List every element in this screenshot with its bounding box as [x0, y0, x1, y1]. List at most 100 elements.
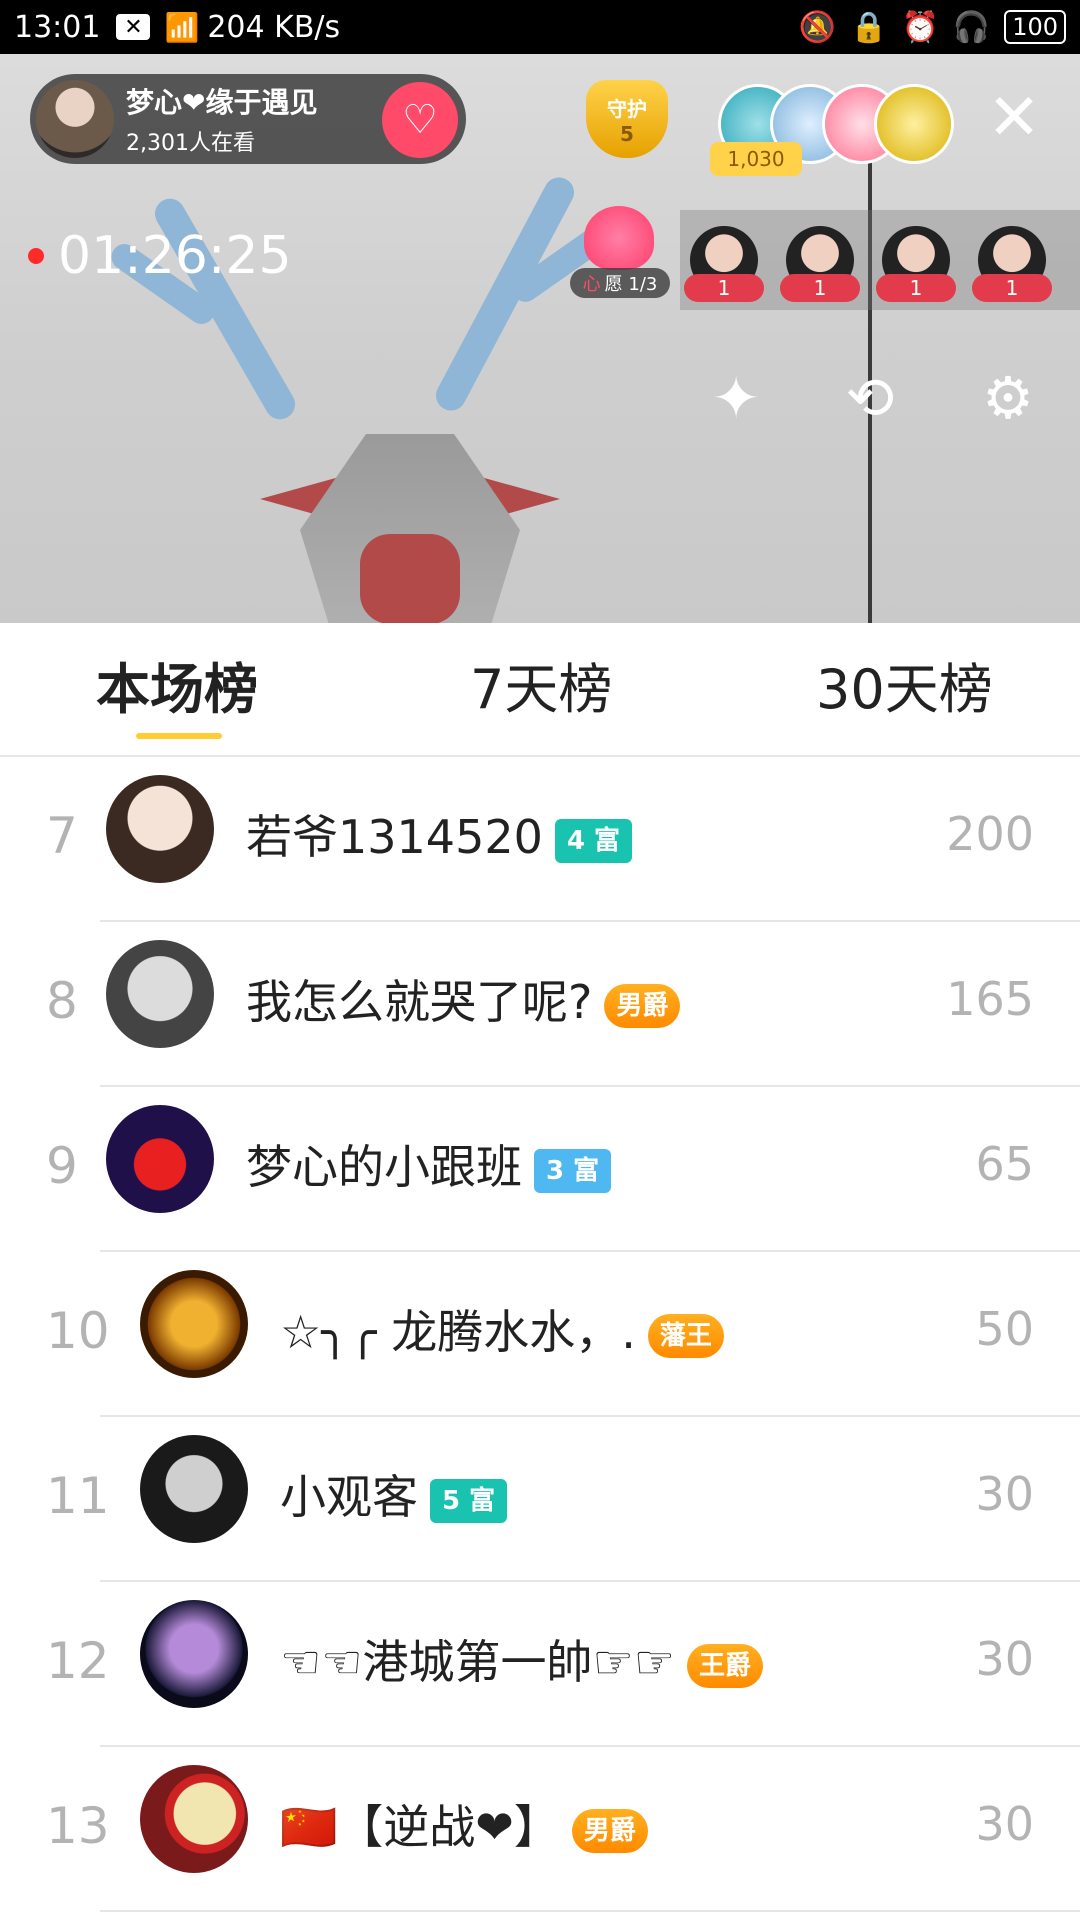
camera-switch-icon: ⟲ — [845, 364, 895, 432]
gift-count-badge: 1 — [684, 274, 764, 302]
user-name: 若爷1314520 — [246, 810, 543, 864]
user-name: ☜☜港城第一帥☞☞ — [280, 1635, 675, 1689]
user-info: 我怎么就哭了呢? 男爵 — [246, 966, 681, 1032]
status-time: 13:01 — [14, 9, 101, 45]
user-info: 🇨🇳【逆战❤】 男爵 — [280, 1791, 648, 1857]
rank-number: 8 — [46, 972, 78, 1030]
user-avatar[interactable] — [106, 940, 214, 1048]
antler-right — [430, 172, 580, 416]
headphones-icon: 🎧 — [952, 9, 991, 45]
leaderboard-list: 7 若爷1314520 4 富 200 8 我怎么就哭了呢? 男爵 165 9 梦心… — [0, 757, 1080, 1912]
user-score: 50 — [975, 1302, 1034, 1356]
notification-x-icon: ✕ — [116, 14, 151, 40]
rank-number: 9 — [46, 1137, 78, 1195]
gift-count-badge: 1 — [876, 274, 956, 302]
host-avatar[interactable] — [36, 80, 114, 158]
tab-7-days[interactable]: 7天榜 — [470, 645, 612, 724]
user-name: 小观客 — [280, 1470, 418, 1524]
host-info-pill[interactable]: 梦心❤缘于遇见 2,301人在看 ♡ — [30, 74, 466, 164]
wish-label-red: 心 — [582, 274, 601, 295]
rank-number: 11 — [46, 1467, 110, 1525]
user-name: 我怎么就哭了呢? — [246, 975, 593, 1029]
viewer-count: 2,301人在看 — [126, 131, 255, 156]
user-info: ☜☜港城第一帥☞☞ 王爵 — [280, 1626, 763, 1692]
row-divider — [100, 1910, 1080, 1912]
magic-wand-icon: ✦ — [711, 364, 761, 432]
gear-icon: ⚙ — [982, 364, 1034, 432]
rank-number: 7 — [46, 807, 78, 865]
leaderboard-row[interactable]: 12 ☜☜港城第一帥☞☞ 王爵 30 — [0, 1582, 1080, 1747]
user-info: ☆╮╭ 龙腾水水，. 藩王 — [280, 1296, 724, 1362]
guard-count: 5 — [620, 121, 634, 146]
user-avatar[interactable] — [140, 1600, 248, 1708]
magic-wand-button[interactable]: ✦ — [698, 360, 774, 436]
wealth-badge: 4 富 — [554, 818, 633, 863]
network-speed: 204 KB/s — [207, 9, 341, 45]
leaderboard-row[interactable]: 10 ☆╮╭ 龙腾水水，. 藩王 50 — [0, 1252, 1080, 1417]
lock-icon: 🔒 — [850, 9, 888, 45]
user-score: 30 — [975, 1632, 1034, 1686]
bell-off-icon: 🔕 — [798, 9, 837, 45]
guard-badge[interactable]: 守护 5 — [586, 80, 676, 170]
guard-label: 守护 — [607, 96, 647, 121]
live-timer-value: 01:26:25 — [58, 226, 292, 286]
live-timer: 01:26:25 — [28, 226, 292, 286]
wish-widget[interactable]: 心 愿 1/3 — [570, 206, 670, 306]
leaderboard-row[interactable]: 9 梦心的小跟班 3 富 65 — [0, 1087, 1080, 1252]
user-avatar[interactable] — [106, 1105, 214, 1213]
camera-switch-button[interactable]: ⟲ — [832, 360, 908, 436]
user-avatar[interactable] — [140, 1765, 248, 1873]
rank-number: 12 — [46, 1632, 110, 1690]
wealth-badge: 3 富 — [534, 1148, 612, 1193]
wifi-icon: 📶 — [164, 10, 200, 44]
noble-badge: 男爵 — [604, 983, 681, 1028]
close-icon: ✕ — [987, 81, 1041, 155]
user-score: 200 — [946, 807, 1034, 861]
battery-indicator: 100 — [1004, 10, 1066, 44]
rank-number: 10 — [46, 1302, 110, 1360]
leaderboard-row[interactable]: 8 我怎么就哭了呢? 男爵 165 — [0, 922, 1080, 1087]
gift-sender-avatar[interactable]: 1 — [684, 226, 764, 302]
follow-heart-button[interactable]: ♡ — [382, 82, 458, 158]
deer-nose — [360, 534, 460, 623]
gift-sender-avatar[interactable]: 1 — [972, 226, 1052, 302]
alarm-icon: ⏰ — [901, 9, 939, 45]
gift-senders-row: 1 1 1 1 — [680, 210, 1080, 310]
gift-sender-avatar[interactable]: 1 — [876, 226, 956, 302]
heart-plus-icon: ♡ — [402, 97, 438, 143]
wish-heart-icon — [584, 206, 654, 270]
user-name: 🇨🇳【逆战❤】 — [280, 1800, 560, 1854]
noble-badge: 王爵 — [686, 1643, 763, 1688]
live-dot-icon — [28, 248, 44, 264]
contribution-score[interactable]: 1,030 — [710, 142, 802, 176]
user-score: 30 — [975, 1797, 1034, 1851]
user-avatar[interactable] — [140, 1435, 248, 1543]
tab-30-days[interactable]: 30天榜 — [816, 645, 993, 724]
close-button[interactable]: ✕ — [986, 86, 1042, 150]
tab-current-session[interactable]: 本场榜 — [96, 645, 258, 724]
wish-label: 愿 1/3 — [604, 274, 658, 295]
rank-number: 13 — [46, 1797, 110, 1855]
noble-badge: 男爵 — [571, 1808, 648, 1853]
user-score: 65 — [975, 1137, 1034, 1191]
user-info: 若爷1314520 4 富 — [246, 801, 633, 867]
status-bar: 13:01 ✕ 📶 204 KB/s 🔕 🔒 ⏰ 🎧 100 — [0, 0, 1080, 54]
settings-button[interactable]: ⚙ — [970, 360, 1046, 436]
active-tab-indicator — [136, 733, 222, 739]
user-avatar[interactable] — [106, 775, 214, 883]
user-info: 梦心的小跟班 3 富 — [246, 1131, 612, 1197]
user-name: 梦心的小跟班 — [246, 1140, 522, 1194]
gift-count-badge: 1 — [780, 274, 860, 302]
user-avatar[interactable] — [140, 1270, 248, 1378]
top-viewer-avatar[interactable] — [874, 84, 954, 164]
leaderboard-row[interactable]: 7 若爷1314520 4 富 200 — [0, 757, 1080, 922]
leaderboard-row[interactable]: 13 🇨🇳【逆战❤】 男爵 30 — [0, 1747, 1080, 1912]
leaderboard-row[interactable]: 11 小观客 5 富 30 — [0, 1417, 1080, 1582]
noble-badge: 藩王 — [647, 1313, 724, 1358]
leaderboard-tabs: 本场榜 7天榜 30天榜 — [0, 623, 1080, 757]
gift-count-badge: 1 — [972, 274, 1052, 302]
gift-sender-avatar[interactable]: 1 — [780, 226, 860, 302]
wealth-badge: 5 富 — [430, 1478, 508, 1523]
user-name: ☆╮╭ 龙腾水水，. — [280, 1305, 636, 1359]
user-info: 小观客 5 富 — [280, 1461, 508, 1527]
